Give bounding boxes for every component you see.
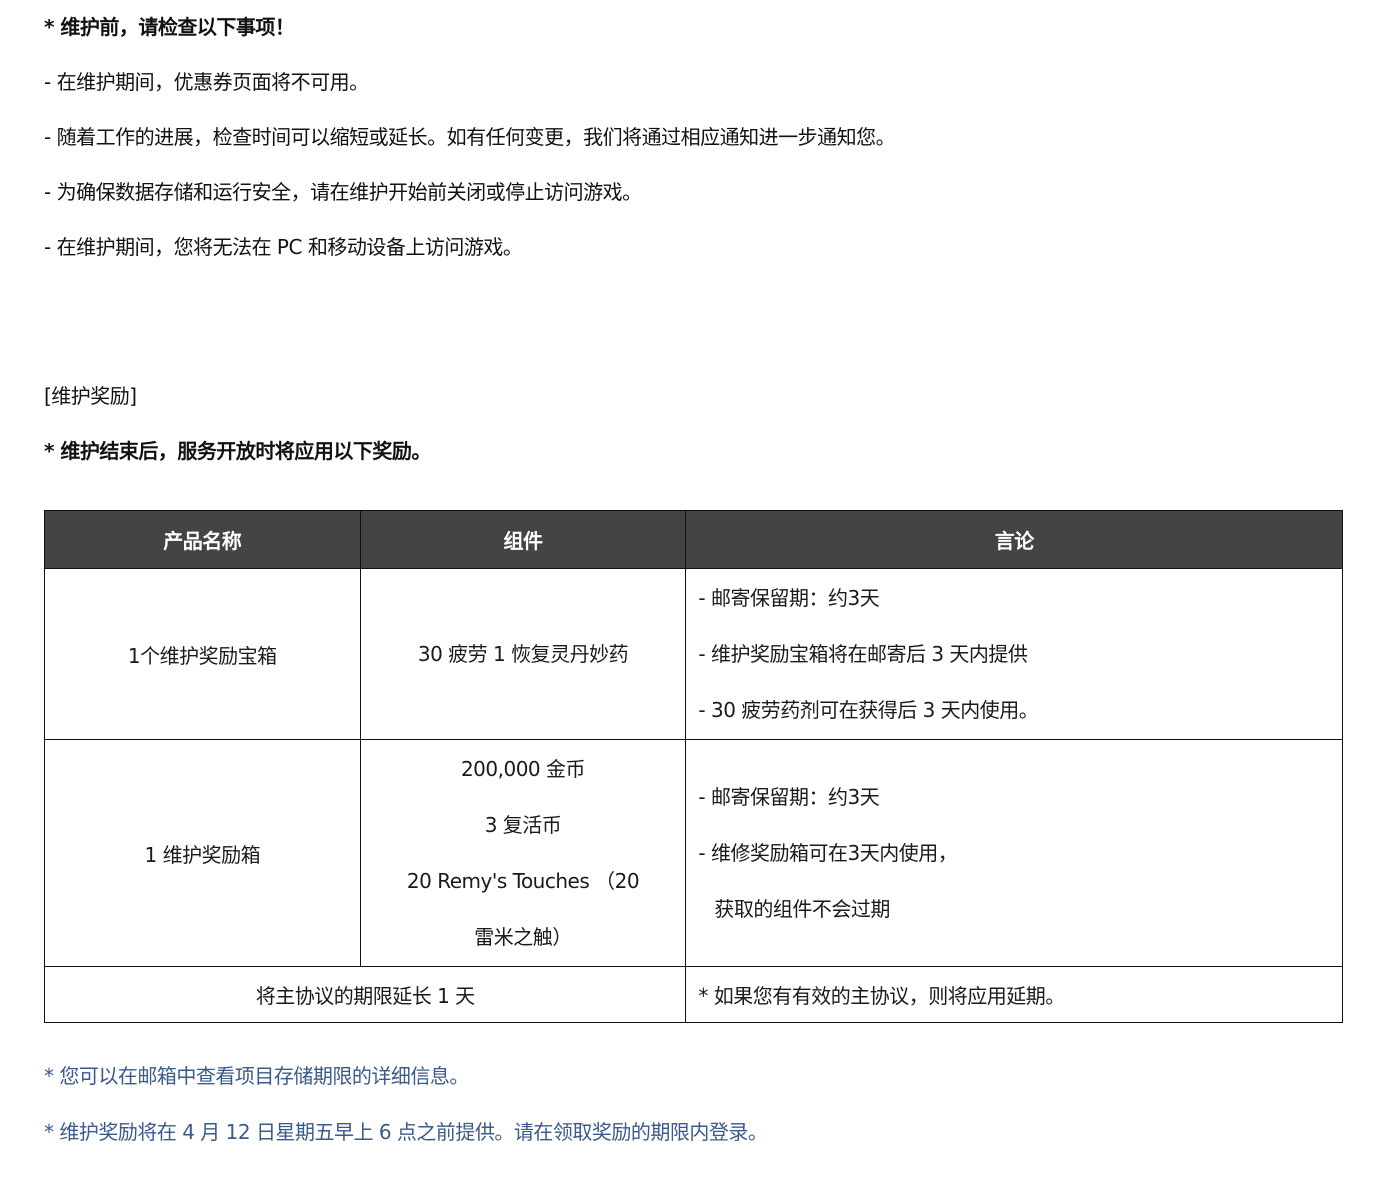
component-item: 20 Remy's Touches （20 xyxy=(406,869,640,893)
components-cell: 30 疲劳 1 恢复灵丹妙药 xyxy=(359,568,687,740)
rewards-section-title: [维护奖励] xyxy=(44,384,137,408)
table-row: 将主协议的期限延长 1 天 * 如果您有有效的主协议，则将应用延期。 xyxy=(43,966,1343,1023)
note-item: - 邮寄保留期：约3天 xyxy=(698,586,880,610)
column-header-product: 产品名称 xyxy=(44,510,361,569)
product-cell: 1 维护奖励箱 xyxy=(44,739,361,967)
product-cell: 将主协议的期限延长 1 天 xyxy=(43,966,687,1023)
notes-cell: - 邮寄保留期：约3天 - 维修奖励箱可在3天内使用， 获取的组件不会过期 xyxy=(685,739,1343,967)
notice-item: - 为确保数据存储和运行安全，请在维护开始前关闭或停止访问游戏。 xyxy=(44,180,642,204)
component-item: 雷米之触） xyxy=(474,925,572,949)
note-item: - 30 疲劳药剂可在获得后 3 天内使用。 xyxy=(698,698,1039,722)
footnote: * 您可以在邮箱中查看项目存储期限的详细信息。 xyxy=(44,1064,469,1088)
footnote: * 维护奖励将在 4 月 12 日星期五早上 6 点之前提供。请在领取奖励的期限… xyxy=(44,1120,768,1144)
notes-cell: * 如果您有有效的主协议，则将应用延期。 xyxy=(685,966,1343,1023)
note-item: - 维护奖励宝箱将在邮寄后 3 天内提供 xyxy=(698,642,1028,666)
note-item: - 维修奖励箱可在3天内使用， xyxy=(698,841,958,865)
note-item: * 如果您有有效的主协议，则将应用延期。 xyxy=(698,984,1065,1008)
component-item: 30 疲劳 1 恢复灵丹妙药 xyxy=(417,642,629,666)
rewards-table: 产品名称 组件 言论 1个维护奖励宝箱 30 疲劳 1 恢复灵丹妙药 - 邮寄保… xyxy=(43,510,1343,1023)
component-item: 200,000 金币 xyxy=(460,757,586,781)
note-item: 获取的组件不会过期 xyxy=(714,897,890,921)
table-row: 1 维护奖励箱 200,000 金币 3 复活币 20 Remy's Touch… xyxy=(44,739,1343,967)
notes-cell: - 邮寄保留期：约3天 - 维护奖励宝箱将在邮寄后 3 天内提供 - 30 疲劳… xyxy=(685,568,1343,740)
rewards-intro: * 维护结束后，服务开放时将应用以下奖励。 xyxy=(44,439,431,463)
table-row: 1个维护奖励宝箱 30 疲劳 1 恢复灵丹妙药 - 邮寄保留期：约3天 - 维护… xyxy=(44,568,1343,740)
notice-heading: * 维护前，请检查以下事项！ xyxy=(44,15,295,39)
note-item: - 邮寄保留期：约3天 xyxy=(698,785,880,809)
notice-item: - 在维护期间，优惠券页面将不可用。 xyxy=(44,70,369,94)
components-cell: 200,000 金币 3 复活币 20 Remy's Touches （20 雷… xyxy=(359,739,687,967)
notice-item: - 在维护期间，您将无法在 PC 和移动设备上访问游戏。 xyxy=(44,235,523,259)
component-item: 3 复活币 xyxy=(484,813,562,837)
notice-item: - 随着工作的进展，检查时间可以缩短或延长。如有任何变更，我们将通过相应通知进一… xyxy=(44,125,896,149)
column-header-components: 组件 xyxy=(359,510,687,569)
column-header-notes: 言论 xyxy=(685,510,1343,569)
product-cell: 1个维护奖励宝箱 xyxy=(44,568,361,740)
table-header-row: 产品名称 组件 言论 xyxy=(44,510,1343,569)
